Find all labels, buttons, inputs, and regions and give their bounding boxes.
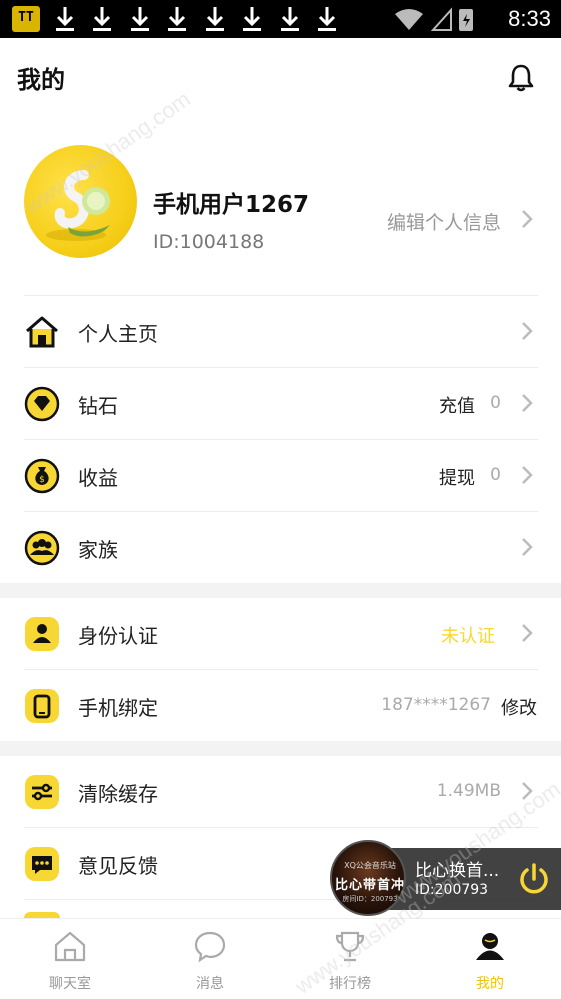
chat-icon	[25, 847, 59, 881]
tab-label: 排行榜	[329, 976, 371, 992]
edit-profile-link[interactable]: 编辑个人信息	[387, 208, 501, 235]
person-icon	[25, 617, 59, 651]
app-notification-icon: TT	[12, 6, 40, 32]
chevron-right-icon	[522, 538, 533, 556]
sliders-icon	[25, 775, 59, 809]
power-icon[interactable]	[517, 862, 551, 896]
chevron-right-icon	[522, 624, 533, 642]
earnings-balance: 0	[490, 465, 501, 485]
bottom-navigation: 聊天室 消息 排行榜 我的	[0, 918, 561, 999]
download-icon	[56, 7, 74, 31]
tab-label: 我的	[476, 976, 504, 992]
clock: 8:33	[508, 6, 551, 31]
profile-card[interactable]: 手机用户1267 ID:1004188 编辑个人信息	[0, 140, 561, 295]
home-icon	[26, 316, 58, 348]
menu-label: 家族	[78, 538, 118, 562]
floating-room-widget[interactable]: XQ公会音乐站 比心带首冲 房间ID：200793 比心换首... ID:200…	[330, 840, 561, 916]
trophy-icon	[335, 931, 365, 962]
section-gap	[0, 583, 561, 598]
diamond-balance: 0	[490, 393, 501, 413]
user-id: ID:1004188	[153, 231, 265, 253]
menu-item-diamond[interactable]: 钻石 充值 0	[0, 368, 561, 440]
verification-status: 未认证	[441, 626, 495, 647]
room-thumb-caption: XQ公会音乐站	[344, 861, 396, 870]
page-title: 我的	[17, 66, 65, 94]
menu-label: 清除缓存	[78, 782, 158, 806]
download-icon	[93, 7, 111, 31]
money-bag-icon: $	[24, 458, 60, 494]
modify-phone-link[interactable]: 修改	[501, 694, 537, 720]
message-icon	[194, 931, 226, 963]
page-header: 我的	[0, 38, 561, 118]
download-icon	[318, 7, 336, 31]
download-icon	[281, 7, 299, 31]
chevron-right-icon	[522, 394, 533, 412]
room-thumbnail[interactable]: XQ公会音乐站 比心带首冲 房间ID：200793	[330, 840, 406, 916]
menu-label: 钻石	[78, 394, 118, 418]
room-name: 比心换首...	[415, 861, 500, 881]
tab-label: 消息	[196, 976, 224, 992]
wifi-icon	[395, 9, 423, 30]
notification-bell-icon[interactable]	[505, 62, 537, 94]
family-icon	[24, 530, 60, 566]
menu-label: 身份认证	[78, 624, 158, 648]
chevron-right-icon	[522, 210, 533, 228]
download-icon	[243, 7, 261, 31]
avatar[interactable]	[24, 145, 137, 258]
menu-item-homepage[interactable]: 个人主页	[0, 296, 561, 368]
cache-size: 1.49MB	[436, 781, 501, 801]
menu-item-phone-binding[interactable]: 手机绑定 187****1267 修改	[0, 670, 561, 742]
menu-item-identity-verification[interactable]: 身份认证 未认证	[0, 598, 561, 670]
room-thumb-title: 比心带首冲	[334, 878, 405, 893]
tab-messages[interactable]: 消息	[140, 919, 280, 999]
tab-label: 聊天室	[49, 976, 91, 992]
username: 手机用户1267	[153, 192, 310, 218]
phone-icon	[25, 689, 59, 723]
menu-label: 手机绑定	[78, 696, 158, 720]
download-icon	[131, 7, 149, 31]
room-id: ID:200793	[415, 882, 489, 898]
download-icon	[168, 7, 186, 31]
room-thumb-id: 房间ID：200793	[342, 895, 398, 903]
recharge-link[interactable]: 充值	[439, 392, 475, 418]
menu-item-clear-cache[interactable]: 清除缓存 1.49MB	[0, 756, 561, 828]
tab-profile[interactable]: 我的	[420, 919, 560, 999]
tab-chatroom[interactable]: 聊天室	[0, 919, 140, 999]
download-icon	[206, 7, 224, 31]
system-status-icons	[395, 7, 473, 31]
diamond-icon	[24, 386, 60, 422]
chevron-right-icon	[522, 322, 533, 340]
profile-icon	[476, 933, 504, 960]
tab-leaderboard[interactable]: 排行榜	[280, 919, 420, 999]
status-bar: TT 8:33	[0, 0, 561, 38]
chatroom-icon	[54, 931, 86, 962]
svg-text:$: $	[39, 475, 45, 485]
chevron-right-icon	[522, 782, 533, 800]
signal-icon	[430, 7, 452, 31]
menu-label: 个人主页	[78, 322, 158, 346]
withdraw-link[interactable]: 提现	[439, 464, 475, 490]
menu-label: 收益	[78, 466, 118, 490]
menu-item-earnings[interactable]: $ 收益 提现 0	[0, 440, 561, 512]
menu-item-family[interactable]: 家族	[0, 512, 561, 584]
section-gap	[0, 741, 561, 756]
chevron-right-icon	[522, 466, 533, 484]
menu-label: 意见反馈	[78, 854, 158, 878]
avatar-image	[46, 170, 110, 241]
bound-phone-number: 187****1267	[381, 695, 491, 715]
